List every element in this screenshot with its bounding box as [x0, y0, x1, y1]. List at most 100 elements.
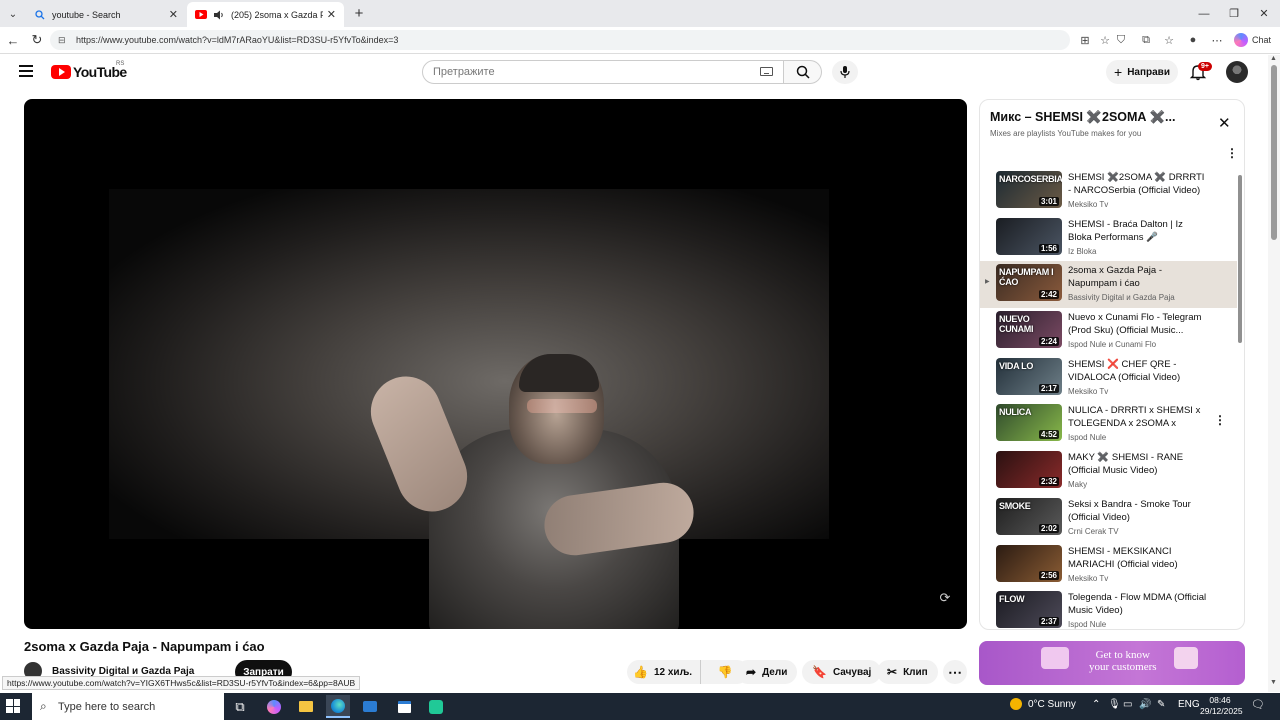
favorites-icon[interactable]: ☆	[1161, 32, 1177, 48]
more-icon[interactable]: ⋯	[1209, 32, 1225, 48]
copilot-chat-button[interactable]: Chat	[1234, 31, 1271, 49]
playlist-item-title[interactable]: SHEMSI - MEKSIKANCI MARIACHI (Official v…	[1068, 545, 1208, 571]
close-window-icon[interactable]: ✕	[1248, 0, 1280, 27]
playlist-item[interactable]: NUEVO CUNAMI 2:24 Nuevo x Cunami Flo - Tel…	[980, 308, 1237, 355]
volume-icon[interactable]: 🔊	[1139, 699, 1151, 710]
weather-widget[interactable]: 0°C Sunny	[1010, 698, 1076, 710]
video-thumbnail[interactable]: NARCOSERBIA 3:01	[996, 171, 1062, 208]
account-avatar[interactable]	[1226, 61, 1248, 83]
edge-browser-icon[interactable]	[326, 695, 350, 718]
playlist-item[interactable]: NARCOSERBIA 3:01 SHEMSI ✖️2SOMA ✖️ DRRRTI …	[980, 168, 1237, 215]
search-input[interactable]: Претражите	[422, 60, 784, 84]
tab-actions-icon[interactable]: ⌄	[4, 5, 22, 23]
clock-time: 08:46	[1209, 695, 1231, 705]
site-info-icon[interactable]: ⊟	[58, 35, 70, 46]
mail-icon[interactable]	[358, 695, 382, 718]
playlist-item-title[interactable]: Seksi x Bandra - Smoke Tour (Official Vi…	[1068, 498, 1208, 524]
copilot-icon[interactable]	[262, 695, 286, 718]
scroll-up-icon[interactable]: ▲	[1270, 55, 1277, 62]
minimize-icon[interactable]: —	[1188, 0, 1220, 27]
clip-button[interactable]: ✂ Клип	[877, 660, 938, 684]
playlist-item-title[interactable]: SHEMSI - Braća Dalton | Iz Bloka Perform…	[1068, 218, 1208, 244]
tab-youtube-search[interactable]: youtube - Search ✕	[26, 2, 186, 27]
playlist-item-channel: Maky	[1068, 480, 1088, 490]
video-thumbnail[interactable]: 2:32	[996, 451, 1062, 489]
video-thumbnail[interactable]: NULICA 4:52	[996, 404, 1062, 442]
playlist-item[interactable]: FLOW 2:37 Tolegenda - Flow MDMA (Official …	[980, 588, 1237, 629]
close-tab-icon[interactable]: ✕	[169, 8, 178, 21]
address-bar[interactable]: ⊟ https://www.youtube.com/watch?v=ldM7rA…	[50, 30, 1070, 50]
new-tab-button[interactable]: +	[350, 4, 368, 22]
playlist-menu-icon[interactable]: ⋮	[1226, 146, 1238, 160]
playlist-item-title[interactable]: 2soma x Gazda Paja - Napumpam i ćao	[1068, 264, 1208, 290]
playlist-item[interactable]: NULICA 4:52 NULICA - DRRRTI x SHEMSI x TOL…	[980, 401, 1237, 448]
playlist-item[interactable]: ▶ NAPUMPAM I ĆAO 2:42 2soma x Gazda Paja - …	[980, 261, 1237, 309]
app-icon[interactable]	[424, 695, 448, 718]
playlist-item-title[interactable]: SHEMSI ❌ CHEF QRE - VIDALOCA (Official V…	[1068, 358, 1208, 384]
search-button[interactable]	[784, 60, 822, 84]
scroll-down-icon[interactable]: ▼	[1270, 679, 1277, 686]
video-thumbnail[interactable]: NAPUMPAM I ĆAO 2:42	[996, 264, 1062, 302]
playlist-item[interactable]: SMOKE 2:02 Seksi x Bandra - Smoke Tour (Of…	[980, 495, 1237, 542]
reload-icon[interactable]: ↻	[28, 31, 46, 49]
language-indicator[interactable]: ENG	[1178, 699, 1200, 710]
playlist-scrollbar[interactable]	[1238, 175, 1242, 343]
youtube-play-icon	[51, 65, 71, 79]
app-available-icon[interactable]: ⊞	[1077, 32, 1093, 48]
item-menu-icon[interactable]: ⋮	[1214, 413, 1226, 427]
playlist-item-title[interactable]: Nuevo x Cunami Flo - Telegram (Prod Sku)…	[1068, 311, 1208, 337]
extensions-icon[interactable]: ⧉	[1138, 32, 1154, 48]
channel-name[interactable]: Bassivity Digital и Gazda Paja	[52, 666, 194, 677]
like-button[interactable]: 👍 12 хиљ.	[627, 660, 702, 684]
maximize-icon[interactable]: ❐	[1218, 0, 1250, 27]
taskbar-search-input[interactable]: ⌕ Type here to search	[32, 693, 224, 720]
ad-banner[interactable]: Get to know your customers	[979, 641, 1245, 685]
playlist-item-title[interactable]: Tolegenda - Flow MDMA (Official Music Vi…	[1068, 591, 1208, 617]
voice-search-button[interactable]	[832, 60, 858, 84]
playlist-item-title[interactable]: NULICA - DRRRTI x SHEMSI x TOLEGENDA x 2…	[1068, 404, 1208, 430]
video-thumbnail[interactable]: NUEVO CUNAMI 2:24	[996, 311, 1062, 349]
duration-badge: 2:24	[1038, 337, 1059, 347]
audio-playing-icon[interactable]	[213, 9, 225, 21]
close-tab-icon[interactable]: ✕	[327, 8, 336, 21]
now-playing-icon: ▶	[985, 279, 990, 286]
tab-youtube-video[interactable]: (205) 2soma x Gazda Paja - N ✕	[187, 2, 344, 27]
video-thumbnail[interactable]: 2:56	[996, 544, 1062, 582]
network-icon[interactable]: ▭	[1123, 699, 1132, 710]
more-actions-button[interactable]: ⋯	[943, 660, 967, 684]
store-icon[interactable]	[392, 695, 416, 718]
profile-icon[interactable]: ●	[1185, 32, 1201, 48]
save-button[interactable]: 🔖 Сачувај	[802, 660, 882, 684]
share-button[interactable]: ➦ Дели	[736, 660, 798, 684]
create-button[interactable]: + Направи	[1106, 60, 1178, 84]
microphone-icon[interactable]: 🎙	[1108, 699, 1121, 710]
page-scrollbar-thumb[interactable]	[1271, 65, 1277, 240]
video-thumbnail[interactable]: VIDA LO 2:17	[996, 357, 1062, 395]
playlist-item[interactable]: VIDA LO 2:17 SHEMSI ❌ CHEF QRE - VIDALOCA …	[980, 355, 1237, 402]
video-player[interactable]: ⟳	[24, 99, 967, 629]
keyboard-icon[interactable]	[760, 67, 773, 76]
pen-icon[interactable]: ✎	[1157, 699, 1165, 710]
page-scrollbar[interactable]: ▲ ▼	[1268, 55, 1280, 692]
youtube-logo[interactable]: YouTube RS	[51, 61, 127, 80]
playlist-item[interactable]: 2:32 MAKY ✖️ SHEMSI - RANE (Official Musi…	[980, 448, 1237, 495]
video-thumbnail[interactable]: 1:56	[996, 217, 1062, 255]
playlist-item-title[interactable]: MAKY ✖️ SHEMSI - RANE (Official Music Vi…	[1068, 451, 1208, 477]
channel-watermark-icon[interactable]: ⟳	[936, 589, 954, 607]
file-explorer-icon[interactable]	[294, 695, 318, 718]
menu-icon[interactable]	[19, 65, 33, 77]
video-thumbnail[interactable]: FLOW 2:37	[996, 591, 1062, 629]
back-icon[interactable]: ←	[4, 31, 22, 49]
playlist-item-title[interactable]: SHEMSI ✖️2SOMA ✖️ DRRRTI - NARCOSerbia (…	[1068, 171, 1208, 197]
show-hidden-icons-icon[interactable]: ⌃	[1092, 699, 1100, 710]
favorite-star-icon[interactable]: ☆	[1097, 32, 1113, 48]
notification-center-icon[interactable]: 🗨	[1250, 698, 1266, 714]
shield-icon[interactable]: ⛉	[1113, 32, 1129, 48]
windows-start-icon[interactable]	[6, 699, 20, 713]
video-thumbnail[interactable]: SMOKE 2:02	[996, 497, 1062, 535]
task-view-icon[interactable]: ⧉	[228, 695, 252, 718]
close-playlist-icon[interactable]: ✕	[1218, 114, 1231, 132]
playlist-item[interactable]: 2:56 SHEMSI - MEKSIKANCI MARIACHI (Offici…	[980, 542, 1237, 589]
playlist-item[interactable]: 1:56 SHEMSI - Braća Dalton | Iz Bloka Per…	[980, 215, 1237, 262]
taskbar-clock[interactable]: 08:46 29/12/2025	[1200, 695, 1243, 717]
